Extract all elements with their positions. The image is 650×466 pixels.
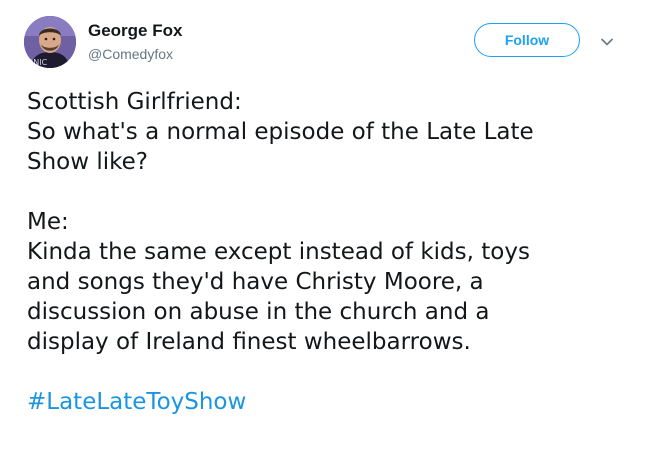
chevron-down-icon[interactable] <box>600 34 614 46</box>
hashtag-line: #LateLateToyShow <box>27 387 627 417</box>
tweet-line: Scottish Girlfriend: <box>27 89 242 115</box>
tweet-card: ONIC George Fox @Comedyfox Follow Scotti… <box>0 0 650 466</box>
tweet-line: and songs they'd have Christy Moore, a <box>27 269 484 295</box>
svg-text:ONIC: ONIC <box>27 58 48 67</box>
follow-button[interactable]: Follow <box>474 23 580 57</box>
tweet-line: display of Ireland finest wheelbarrows. <box>27 329 471 355</box>
author-display-name[interactable]: George Fox <box>88 21 182 41</box>
profile-photo-icon: ONIC <box>24 16 76 68</box>
author-handle[interactable]: @Comedyfox <box>88 46 173 62</box>
tweet-line: Kinda the same except instead of kids, t… <box>27 239 530 265</box>
tweet-line: Show like? <box>27 149 149 175</box>
tweet-line: So what's a normal episode of the Late L… <box>27 119 534 145</box>
tweet-line: discussion on abuse in the church and a <box>27 299 490 325</box>
tweet-line: Me: <box>27 209 69 235</box>
hashtag-link[interactable]: #LateLateToyShow <box>27 389 246 415</box>
avatar[interactable]: ONIC <box>24 16 76 68</box>
tweet-text: Scottish Girlfriend: So what's a normal … <box>27 87 627 417</box>
